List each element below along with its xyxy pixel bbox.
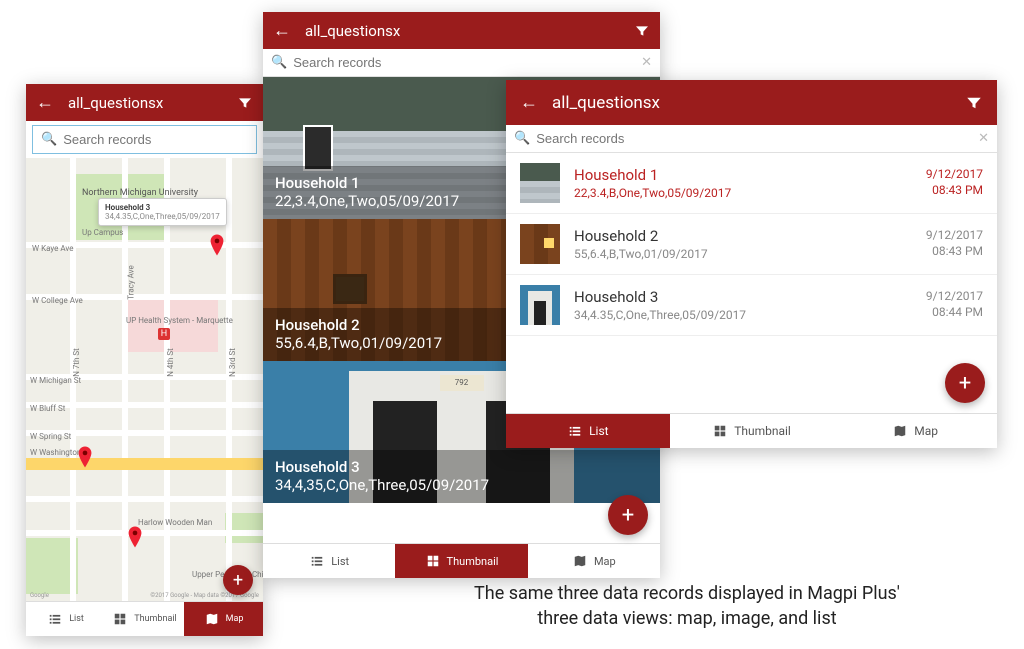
list-item-time: 08:44 PM <box>926 305 983 321</box>
tab-label: Thumbnail <box>134 614 176 624</box>
map-callout[interactable]: Household 3 34,4.35,C,One,Three,05/09/20… <box>98 198 227 226</box>
tab-label: Thumbnail <box>447 555 499 568</box>
list-item-date: 9/12/2017 <box>926 289 983 305</box>
tab-label: List <box>331 555 349 568</box>
list-item-time: 08:43 PM <box>926 244 983 260</box>
map-label: Harlow Wooden Man <box>138 518 212 527</box>
map-pin[interactable] <box>210 234 224 256</box>
map-pin[interactable] <box>128 526 142 548</box>
header-title: all_questionsx <box>552 93 965 113</box>
search-icon: 🔍 <box>41 132 57 147</box>
map-road-label: W Kaye Ave <box>32 244 73 253</box>
search-icon: 🔍 <box>271 55 287 70</box>
list-item-sub: 22,3.4,B,One,Two,05/09/2017 <box>574 186 926 200</box>
tab-label: Map <box>226 614 244 624</box>
map-label: Northern Michigan University <box>82 188 168 198</box>
map-attribution: Google <box>30 592 49 599</box>
list-item-sub: 34,4.35,C,One,Three,05/09/2017 <box>574 308 926 322</box>
map-view-panel: ← all_questionsx 🔍 Northern Michigan Uni… <box>26 84 263 636</box>
list-item-time: 08:43 PM <box>926 183 983 199</box>
tab-label: List <box>69 614 84 624</box>
tab-label: Thumbnail <box>734 424 791 438</box>
tab-thumbnail[interactable]: Thumbnail <box>670 414 834 448</box>
search-bar[interactable]: 🔍 ✕ <box>263 49 660 77</box>
list-item-title: Household 3 <box>574 288 926 306</box>
callout-title: Household 3 <box>105 203 220 212</box>
list-item-title: Household 2 <box>574 227 926 245</box>
view-tabs: List Thumbnail Map <box>263 543 660 578</box>
clear-icon[interactable]: ✕ <box>978 131 989 146</box>
list-item-sub: 55,6.4,B,Two,01/09/2017 <box>574 247 926 261</box>
map-pin[interactable] <box>78 446 92 468</box>
view-tabs: List Thumbnail Map <box>26 601 263 636</box>
map-road-label: Tracy Ave <box>127 265 136 299</box>
list-item-thumb <box>520 163 560 203</box>
map-road-label: N 3rd St <box>228 348 237 377</box>
tab-list[interactable]: List <box>506 414 670 448</box>
search-icon: 🔍 <box>514 131 530 146</box>
back-icon[interactable]: ← <box>273 20 291 41</box>
tab-thumbnail[interactable]: Thumbnail <box>395 544 527 578</box>
list-item-thumb <box>520 224 560 264</box>
house-number-plaque: 792 <box>440 375 484 391</box>
list-view-panel: ← all_questionsx 🔍 ✕ Household 1 22,3.4,… <box>506 80 997 448</box>
tab-label: Map <box>594 555 616 568</box>
list-item-date: 9/12/2017 <box>926 228 983 244</box>
add-button[interactable]: + <box>945 363 985 403</box>
view-tabs: List Thumbnail Map <box>506 413 997 448</box>
app-header: ← all_questionsx <box>263 12 660 49</box>
list-item[interactable]: Household 2 55,6.4,B,Two,01/09/2017 9/12… <box>506 214 997 275</box>
filter-icon[interactable] <box>634 23 650 39</box>
filter-icon[interactable] <box>237 95 253 111</box>
tab-map[interactable]: Map <box>528 544 660 578</box>
search-input[interactable] <box>293 55 641 70</box>
record-list: Household 1 22,3.4,B,One,Two,05/09/2017 … <box>506 153 997 413</box>
callout-sub: 34,4.35,C,One,Three,05/09/2017 <box>105 212 220 221</box>
map-canvas[interactable]: Northern Michigan University Up Campus U… <box>26 158 263 601</box>
hospital-icon: H <box>158 328 170 340</box>
search-input[interactable] <box>63 132 248 147</box>
search-bar[interactable]: 🔍 <box>32 125 257 154</box>
header-title: all_questionsx <box>68 94 237 112</box>
list-item-date: 9/12/2017 <box>926 167 983 183</box>
tab-label: Map <box>914 424 938 438</box>
list-item[interactable]: Household 3 34,4.35,C,One,Three,05/09/20… <box>506 275 997 336</box>
list-item[interactable]: Household 1 22,3.4,B,One,Two,05/09/2017 … <box>506 153 997 214</box>
back-icon[interactable]: ← <box>36 92 54 113</box>
map-label: UP Health System - Marquette <box>126 316 216 325</box>
map-label: Up Campus <box>82 228 123 237</box>
search-input[interactable] <box>536 131 978 146</box>
app-header: ← all_questionsx <box>506 80 997 125</box>
tab-map[interactable]: Map <box>833 414 997 448</box>
map-road-label: N 7th St <box>72 348 81 377</box>
thumbnail-title: Household 3 <box>275 458 648 477</box>
tab-thumbnail[interactable]: Thumbnail <box>105 602 184 636</box>
tab-list[interactable]: List <box>26 602 105 636</box>
back-icon[interactable]: ← <box>520 92 538 113</box>
tab-list[interactable]: List <box>263 544 395 578</box>
filter-icon[interactable] <box>965 94 983 112</box>
header-title: all_questionsx <box>305 22 634 40</box>
list-item-title: Household 1 <box>574 166 926 184</box>
list-item-thumb <box>520 285 560 325</box>
add-button[interactable]: + <box>608 495 648 535</box>
map-hospital-block <box>122 298 218 352</box>
app-header: ← all_questionsx <box>26 84 263 121</box>
add-button[interactable]: + <box>223 565 253 595</box>
search-bar[interactable]: 🔍 ✕ <box>506 125 997 153</box>
map-road-label: N 4th St <box>166 348 175 377</box>
map-road-label: W College Ave <box>32 296 83 305</box>
clear-icon[interactable]: ✕ <box>641 55 652 70</box>
map-road-label: W Bluff St <box>30 404 65 413</box>
thumbnail-sub: 34,4,35,C,One,Three,05/09/2017 <box>275 476 648 495</box>
tab-map[interactable]: Map <box>184 602 263 636</box>
map-road-label: W Spring St <box>30 432 71 441</box>
map-road-label: W Michigan St <box>30 376 81 385</box>
tab-label: List <box>589 424 609 438</box>
figure-caption: The same three data records displayed in… <box>380 581 994 631</box>
